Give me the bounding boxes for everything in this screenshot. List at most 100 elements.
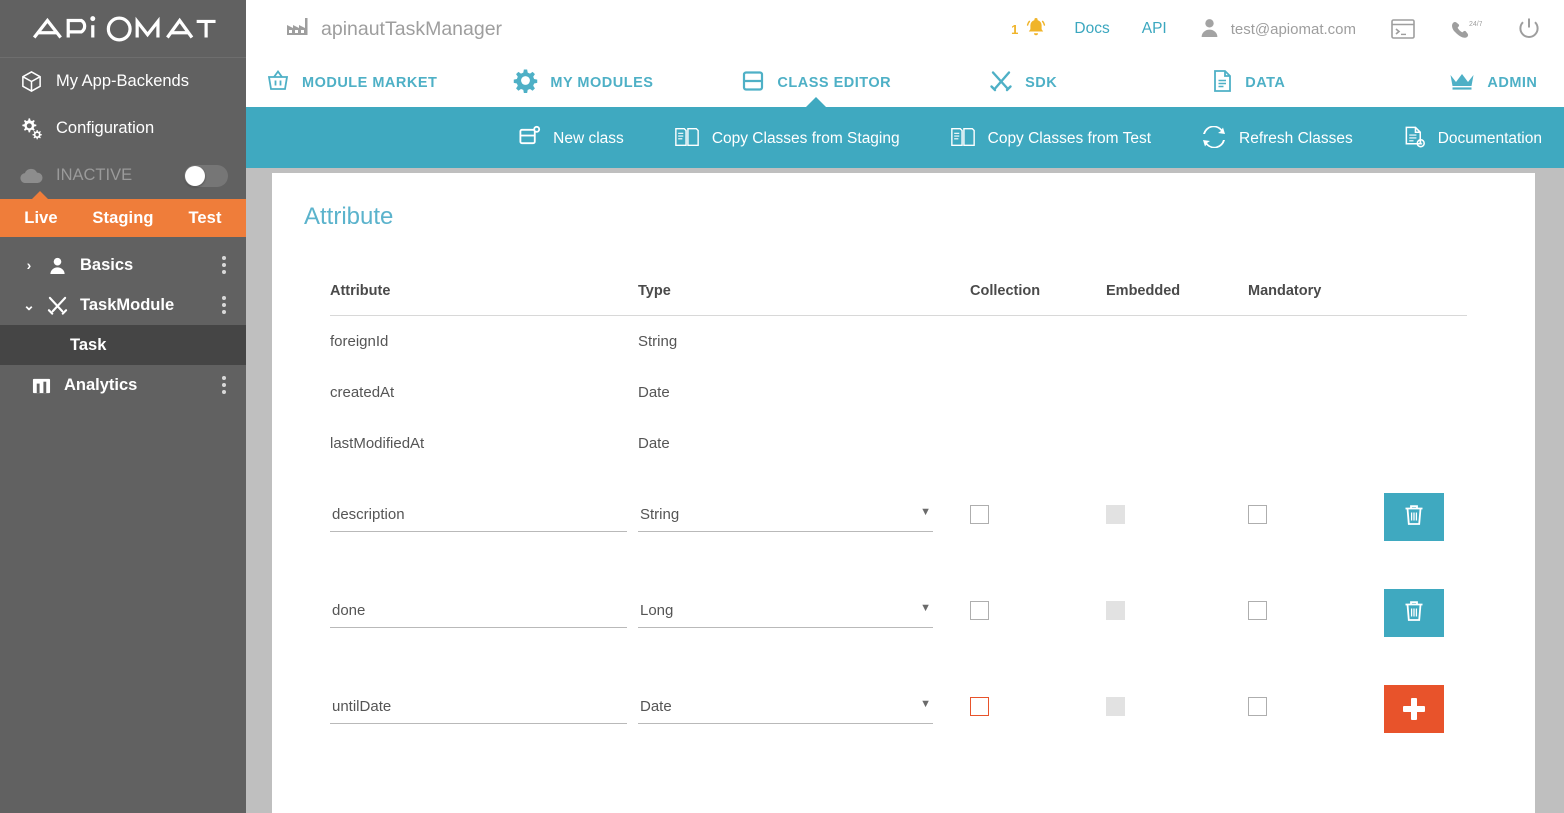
tab-data[interactable]: DATA [1211, 58, 1285, 107]
attribute-action-cell [1384, 661, 1467, 757]
tree-item-taskmodule[interactable]: ⌄ TaskModule [0, 285, 246, 325]
attribute-type-select[interactable]: String ▼ [638, 502, 933, 532]
document-icon [1211, 69, 1233, 97]
env-tab-staging[interactable]: Staging [82, 209, 164, 228]
attribute-name-cell [330, 661, 638, 757]
tree-item-basics[interactable]: › Basics [0, 245, 246, 285]
tab-admin[interactable]: ADMIN [1449, 58, 1537, 107]
delete-attribute-button[interactable] [1384, 493, 1444, 541]
attribute-embedded-cell [1106, 469, 1248, 565]
environment-switcher: Live Staging Test [0, 199, 246, 237]
sidebar-item-my-app-backends[interactable]: My App-Backends [0, 58, 246, 105]
action-label: Documentation [1438, 130, 1542, 148]
new-class-icon [518, 125, 541, 153]
table-row: Date ▼ [330, 661, 1467, 757]
env-tab-live[interactable]: Live [0, 209, 82, 228]
table-row: createdAt Date [330, 367, 1467, 418]
tab-class-editor[interactable]: CLASS EDITOR [741, 58, 891, 107]
content-area: Attribute Attribute Type Collection Embe… [246, 168, 1564, 813]
tools-icon [989, 69, 1013, 97]
attribute-action-cell [1384, 565, 1467, 661]
notifications[interactable]: 1 [1011, 15, 1048, 44]
apiomat-logo-icon [28, 12, 218, 46]
attribute-name-input[interactable] [330, 502, 627, 532]
tree-item-menu-icon[interactable] [222, 296, 226, 314]
attribute-collection [970, 367, 1106, 418]
bell-icon[interactable] [1024, 15, 1048, 44]
action-label: Copy Classes from Staging [712, 130, 900, 148]
attribute-mandatory [1248, 316, 1384, 367]
status-toggle[interactable] [184, 165, 228, 187]
doc-clock-icon [1403, 125, 1426, 154]
attribute-mandatory-cell [1248, 469, 1384, 565]
mandatory-checkbox[interactable] [1248, 601, 1267, 620]
docs-link[interactable]: Docs [1074, 20, 1109, 38]
delete-attribute-button[interactable] [1384, 589, 1444, 637]
attribute-action [1384, 316, 1467, 367]
app-title-text: apinautTaskManager [321, 18, 502, 41]
embedded-checkbox [1106, 697, 1125, 716]
column-header-embedded: Embedded [1106, 283, 1248, 316]
main-tabs: MODULE MARKET MY MODULES [246, 58, 1564, 110]
tab-label: MY MODULES [550, 75, 653, 91]
action-label: New class [553, 130, 624, 148]
tree-item-menu-icon[interactable] [222, 256, 226, 274]
terminal-icon[interactable] [1390, 18, 1416, 40]
power-icon[interactable] [1516, 16, 1542, 42]
refresh-classes-button[interactable]: Refresh Classes [1201, 126, 1353, 153]
top-bar: apinautTaskManager 1 [246, 0, 1564, 58]
chevron-down-icon: ▼ [920, 698, 931, 710]
attribute-type-select[interactable]: Long ▼ [638, 598, 933, 628]
column-header-actions [1384, 283, 1467, 316]
tab-module-market[interactable]: MODULE MARKET [266, 58, 437, 107]
chart-icon [26, 376, 56, 395]
class-icon [741, 69, 765, 97]
chevron-right-icon: › [16, 257, 42, 273]
app-root: My App-Backends Configuration INACTIVE [0, 0, 1564, 813]
user-account[interactable]: test@apiomat.com [1199, 17, 1356, 42]
tree-item-label: Analytics [64, 376, 137, 395]
table-row: lastModifiedAt Date [330, 418, 1467, 469]
attribute-type-select[interactable]: Date ▼ [638, 694, 933, 724]
collection-checkbox[interactable] [970, 697, 989, 716]
person-icon [42, 256, 72, 275]
attribute-name: foreignId [330, 316, 638, 367]
collection-checkbox[interactable] [970, 601, 989, 620]
attribute-mandatory [1248, 367, 1384, 418]
tab-my-modules[interactable]: MY MODULES [513, 58, 653, 107]
api-link[interactable]: API [1142, 20, 1167, 38]
column-header-mandatory: Mandatory [1248, 283, 1384, 316]
tree-item-label: TaskModule [80, 296, 174, 315]
phone-247-icon[interactable]: 24/7 [1450, 18, 1482, 40]
sidebar-item-configuration[interactable]: Configuration [0, 105, 246, 152]
brand-logo[interactable] [0, 0, 246, 58]
copy-classes-from-staging-button[interactable]: Copy Classes from Staging [674, 126, 900, 153]
tree-item-menu-icon[interactable] [222, 376, 226, 394]
tree-item-analytics[interactable]: Analytics [0, 365, 246, 405]
cloud-icon [14, 163, 48, 189]
attribute-action [1384, 418, 1467, 469]
attribute-name-input[interactable] [330, 694, 627, 724]
mandatory-checkbox[interactable] [1248, 505, 1267, 524]
collection-checkbox[interactable] [970, 505, 989, 524]
copy-icon [950, 126, 976, 153]
tab-sdk[interactable]: SDK [989, 58, 1057, 107]
attribute-embedded [1106, 367, 1248, 418]
add-attribute-button[interactable] [1384, 685, 1444, 733]
basket-icon [266, 69, 290, 97]
trash-icon [1403, 503, 1425, 531]
attribute-collection [970, 316, 1106, 367]
class-editor-action-bar: New class Copy Classes from Staging [246, 110, 1564, 168]
env-tab-test[interactable]: Test [164, 209, 246, 228]
tab-label: CLASS EDITOR [777, 75, 891, 91]
mandatory-checkbox[interactable] [1248, 697, 1267, 716]
attribute-action [1384, 367, 1467, 418]
embedded-checkbox [1106, 505, 1125, 524]
tree-item-task[interactable]: Task [0, 325, 246, 365]
new-class-button[interactable]: New class [518, 125, 624, 153]
documentation-button[interactable]: Documentation [1403, 125, 1542, 154]
person-icon [1199, 17, 1220, 42]
copy-classes-from-test-button[interactable]: Copy Classes from Test [950, 126, 1151, 153]
attribute-name-input[interactable] [330, 598, 627, 628]
attribute-type-value: Long [638, 598, 933, 628]
